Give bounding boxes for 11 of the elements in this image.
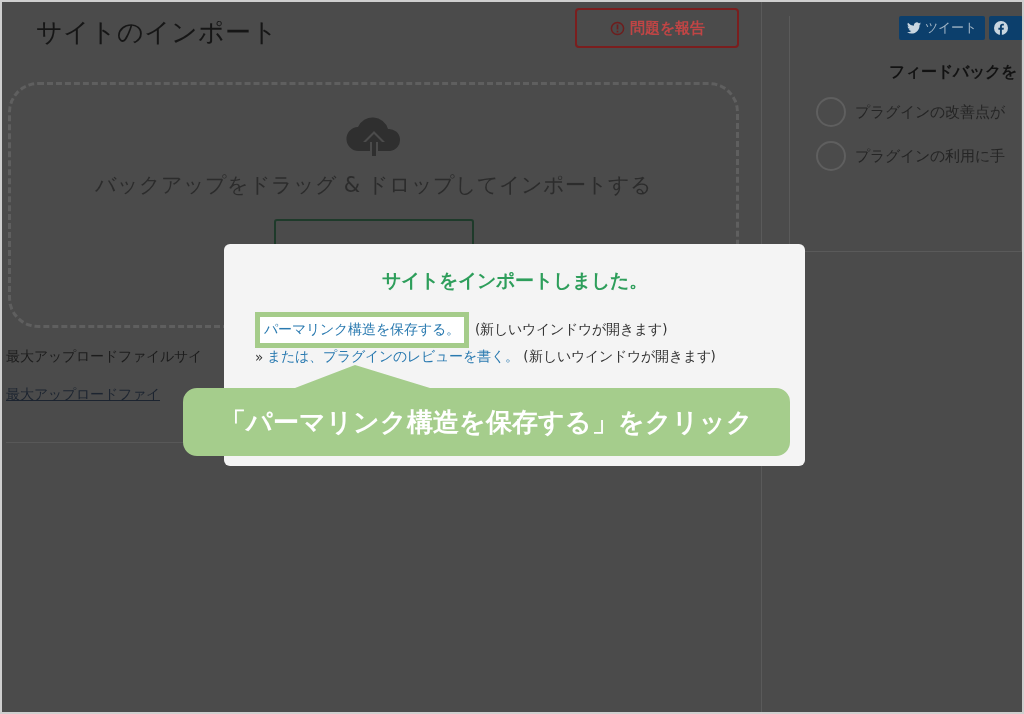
dialog-link[interactable]: または、プラグインのレビューを書く。 <box>267 348 520 366</box>
bird-icon <box>907 22 921 34</box>
tweet-button[interactable]: ツイート <box>899 16 985 40</box>
alert-icon <box>609 20 625 36</box>
dialog-title: サイトをインポートしました。 <box>380 268 649 293</box>
feedback-title: フィードバックを <box>889 62 1018 83</box>
link-note: (新しいウインドウが開きます) <box>523 348 716 366</box>
bullet-mark: » <box>255 349 264 365</box>
facebook-icon <box>994 21 1008 35</box>
dialog-link[interactable]: パーマリンク構造を保存する。 <box>255 312 469 348</box>
share-button[interactable] <box>989 16 1022 40</box>
